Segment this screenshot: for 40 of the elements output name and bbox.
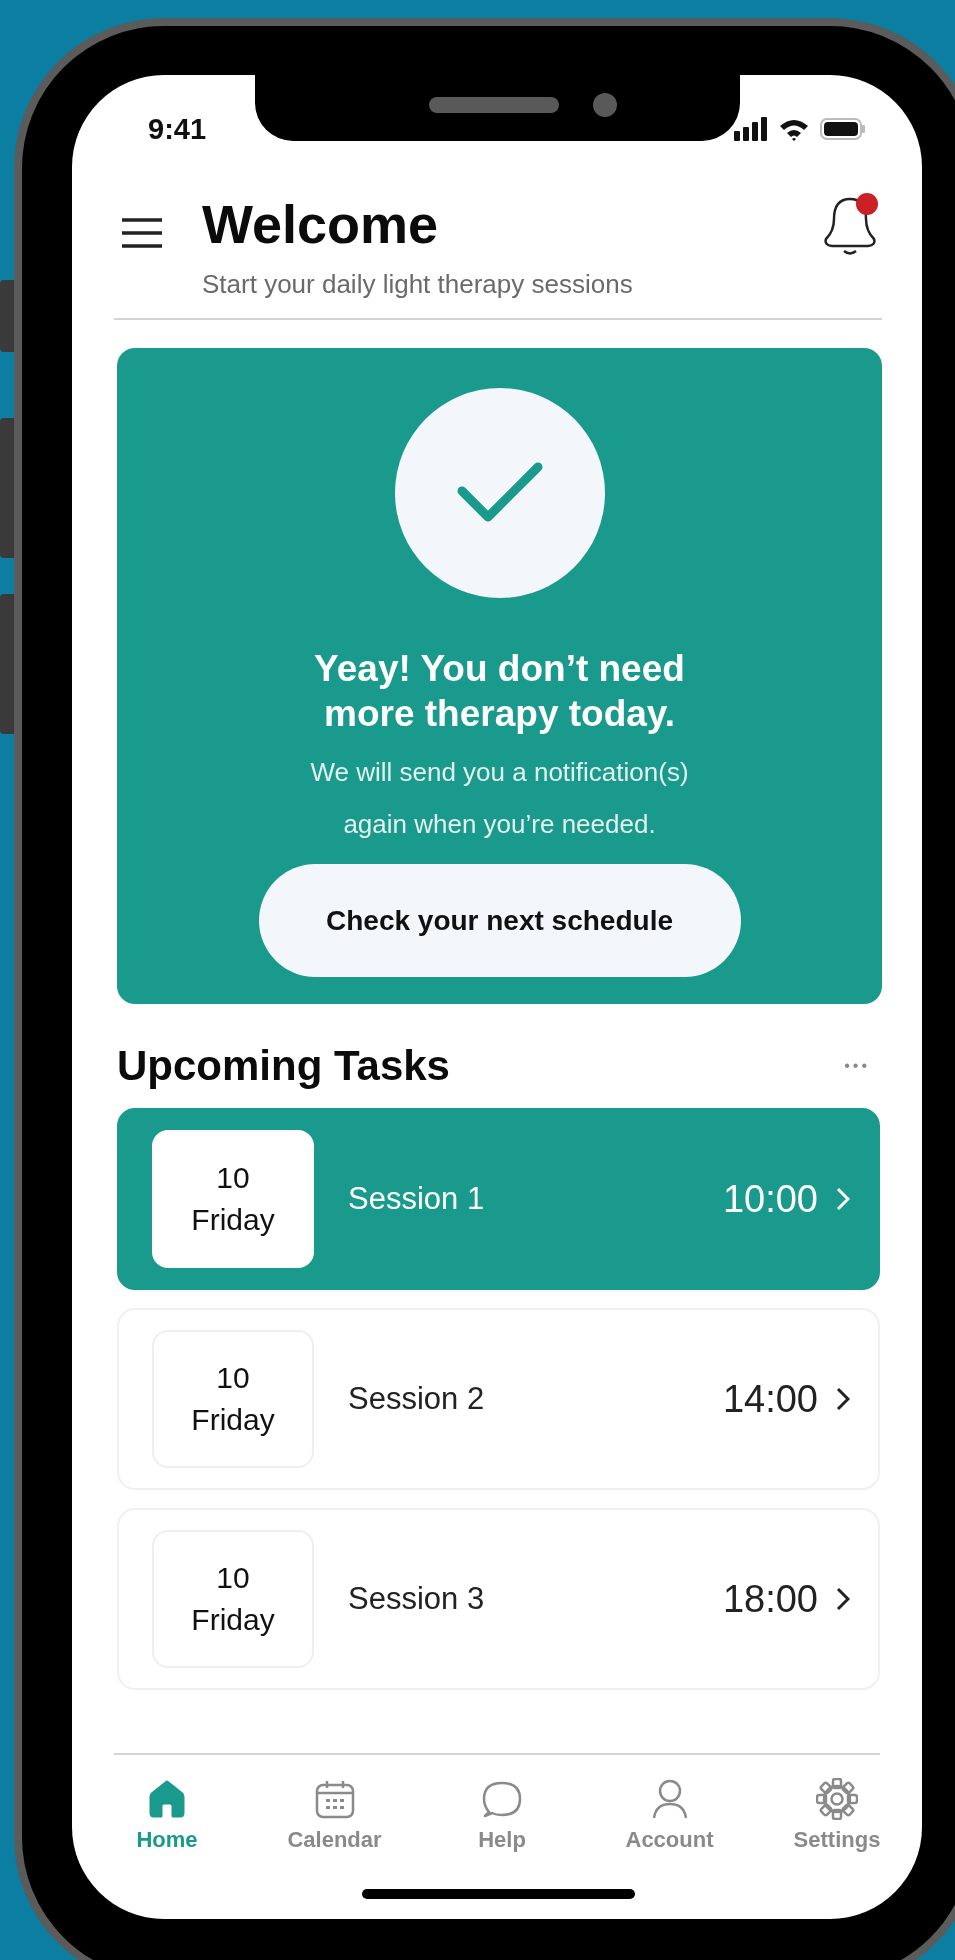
card-title: Yeay! You don’t need more therapy today. [313, 647, 686, 736]
section-title: Upcoming Tasks [117, 1042, 450, 1090]
weekday: Friday [191, 1602, 275, 1638]
battery-icon [820, 117, 866, 141]
card-message: We will send you a notification(s) again when you’re needed. [309, 756, 690, 841]
day-number: 10 [216, 1360, 250, 1396]
weekday: Friday [191, 1402, 275, 1438]
more-button[interactable]: ••• [844, 1057, 870, 1075]
home-icon [149, 1780, 185, 1818]
weekday: Friday [191, 1202, 275, 1238]
chat-bubble-icon [481, 1779, 523, 1819]
chevron-right-icon [836, 1387, 850, 1411]
session-time: 14:00 [722, 1377, 818, 1421]
session-time: 10:00 [722, 1177, 818, 1221]
page-title: Welcome [202, 193, 440, 255]
settings-icon [816, 1778, 858, 1820]
session-name: Session 1 [348, 1181, 486, 1217]
camera-dot [593, 93, 617, 117]
tab-item[interactable]: Calendar [271, 1777, 398, 1853]
signal-icon [734, 117, 768, 141]
session-name: Session 3 [348, 1581, 486, 1617]
schedule-button[interactable]: Check your next schedule [258, 864, 741, 977]
page-subtitle: Start your daily light therapy sessions [202, 269, 634, 300]
tab-item[interactable]: Account [606, 1777, 733, 1853]
tab-item[interactable]: Home [104, 1777, 230, 1853]
wifi-icon [778, 117, 810, 141]
status-time: 9:41 [148, 112, 207, 146]
chevron-right-icon [836, 1587, 850, 1611]
tab-item[interactable]: Help [439, 1777, 565, 1853]
calendar-icon [313, 1778, 356, 1820]
day-number: 10 [216, 1160, 250, 1196]
session-name: Session 2 [348, 1381, 486, 1417]
session-time: 18:00 [722, 1577, 818, 1621]
tab-item[interactable]: Settings [774, 1777, 900, 1853]
chevron-right-icon [836, 1187, 850, 1211]
task-row[interactable]: 10 Friday Session 2 14:00 [117, 1308, 880, 1490]
menu-icon[interactable] [120, 217, 164, 249]
task-row[interactable]: 10 Friday Session 1 10:00 [117, 1108, 880, 1290]
task-row[interactable]: 10 Friday Session 3 18:00 [117, 1508, 880, 1690]
day-number: 10 [216, 1560, 250, 1596]
